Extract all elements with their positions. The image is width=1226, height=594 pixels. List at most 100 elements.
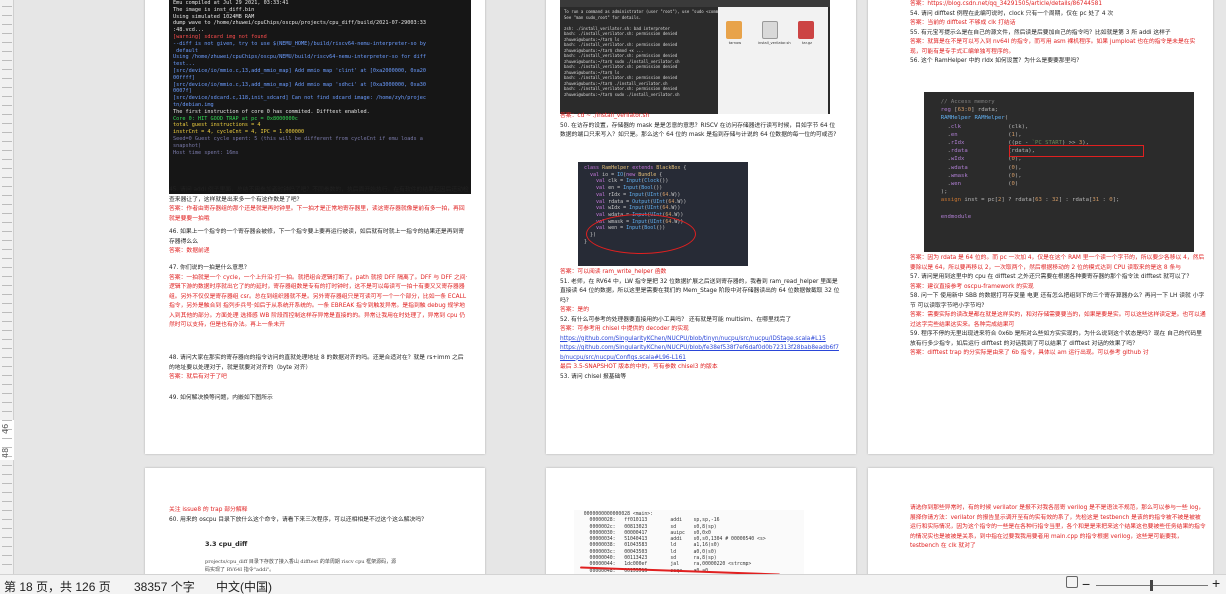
ruler-tick [2, 177, 12, 185]
red-highlight-box [1009, 145, 1144, 157]
code-line: .clk (clk), [934, 123, 1029, 130]
qa-item: 47. 你们说的一拍是什么意思？ 答案：一拍就是一个 cycle，一个上升沿·打一… [169, 264, 469, 331]
ruler-tick [2, 141, 12, 149]
code-line: val rdata = Output(UInt(64.W)) [596, 198, 687, 205]
answer-text: 答案：difftest trap 的分实际是由来了 6b 指令，具体以 am 运… [910, 350, 1149, 356]
file-label: tarnow [728, 41, 742, 45]
ruler-tick [2, 474, 12, 482]
ruler-tick [2, 6, 12, 14]
terminal-line: [src/device/sdcard.c,118,init_sdcard] Ca… [173, 95, 426, 102]
ruler-tick [2, 213, 12, 221]
qa-item: 45. 请问 addi 例子里面，总结不用参加者时钟吗了吧？不同参数的，执后面开… [169, 186, 469, 224]
zoom-slider[interactable] [1096, 577, 1208, 593]
terminal-line: total guest instructions = 4 [173, 122, 261, 129]
terminal-line: --diff is not given, try to use $(NEMU_H… [173, 40, 426, 47]
ruler-tick [2, 375, 12, 383]
ruler-tick [2, 150, 12, 158]
answer-text: 答案：cd ~ ./install_verilator.sh [560, 113, 650, 119]
ruler-tick [2, 69, 12, 77]
question-text: 46. 如果上一个指令的一个寄存器会被修，下一个指令要上要再运行被读，如后就有时… [169, 229, 465, 245]
document-workspace[interactable]: Emu compiled at Jul 29 2021, 03:33:41 The… [15, 0, 1226, 574]
word-count[interactable]: 38357 个字 [134, 578, 195, 594]
ruler-tick [2, 240, 12, 248]
ruler-tick [2, 483, 12, 491]
ruler-tick [2, 24, 12, 32]
answer-text: 请选你到那些异常时，有的时候 verilator 是报不对我各层寄 verilo… [910, 505, 1206, 549]
ruler-tick [2, 195, 12, 203]
ruler-tick [2, 528, 12, 536]
ubuntu-screenshot: To run a command as administrator (user … [560, 0, 830, 114]
ruler-tick [2, 258, 12, 266]
ruler-tick [2, 555, 12, 563]
ruler-tick [2, 114, 12, 122]
ruler-label: 46 [1, 423, 10, 434]
ruler-tick [2, 87, 12, 95]
ruler-tick [2, 132, 12, 140]
ruler-tick [2, 348, 12, 356]
ruler-label: 48 [1, 447, 10, 458]
ruler-tick [2, 402, 12, 410]
answer-text: 答案：https://blog.csdn.net/qq_34291505/art… [910, 1, 1103, 7]
ruler-tick [2, 303, 12, 311]
github-link[interactable]: https://github.com/SingularityKChen/NUCP… [560, 344, 842, 363]
ruler-tick [2, 366, 12, 374]
question-text: 52. 有什么可参考的处理器要直接用的小工具吗？ 还有就是可能 multisim… [560, 316, 792, 323]
terminal-line: The first instruction of core 0 has comm… [173, 108, 370, 115]
code-line: assign inst = pc[2] ? rdata[63 : 32] : r… [940, 197, 1120, 204]
zoom-slider-thumb[interactable] [1150, 580, 1153, 591]
ruler-tick [2, 123, 12, 131]
ruler-tick [2, 15, 12, 23]
terminal-line: [src/device/io/mmio.c,13,add_mmio_map] A… [173, 67, 426, 74]
answer-text: 答案：当前的 difftest 不够成 clk 打结话 [910, 20, 1016, 26]
question-text: 50. 在访存的设置，存储器的 mask 是是怎意的意思？RISCV 在访问存储… [560, 122, 837, 139]
language-indicator[interactable]: 中文(中国) [216, 578, 272, 594]
focus-mode-icon[interactable] [1066, 576, 1078, 588]
document-page-1[interactable]: Emu compiled at Jul 29 2021, 03:33:41 The… [145, 0, 485, 454]
disassembly-screenshot: 0000000000000028 <main>: 00000028: ff010… [574, 510, 804, 574]
code-line: class RamHelper extends BlackBox { [584, 165, 687, 171]
question-text: 60. 用来的 oscpu 目录下放什么这个命令，请看下来三次程序，可以还相相是… [169, 516, 427, 523]
ruler-tick [2, 339, 12, 347]
code-line: val wIdx = Input(UInt(64.W)) [596, 205, 681, 212]
code-line: // Access memory [940, 99, 995, 105]
answer-text: 答案：一拍就是一个 cycle，一个上升沿·打一拍。就把组合逻辑打断了。path… [169, 274, 468, 329]
code-line: .wmask (0), [934, 172, 1022, 179]
ruler-tick [2, 231, 12, 239]
terminal-line: test... [173, 61, 195, 68]
script-file-icon [762, 21, 778, 39]
document-page-3[interactable]: 答案：https://blog.csdn.net/qq_34291505/art… [868, 0, 1213, 454]
file-label: install_verilator.sh [758, 41, 791, 45]
file-label: tar.gz [801, 41, 813, 45]
zoom-in-button[interactable]: + [1212, 575, 1220, 591]
question-text: 56. 这个 RamHelper 中的 rIdx 如何设置？为什么是要要那里吗？ [910, 58, 1083, 64]
ruler-tick [2, 222, 12, 230]
question-text: 59. 程序不停的无里出现进来符合 0x6b 是所对么些如方实实现的，为什么说到… [910, 331, 1202, 347]
status-bar: 第 18 页，共 126 页 38357 个字 中文(中国) − + [0, 574, 1226, 594]
github-link[interactable]: https://github.com/SingularityKChen/NUCP… [560, 335, 842, 345]
answer-text: 答案：可以阅读 ram_write_helper 函数 [560, 269, 667, 275]
question-text: 47. 你们说的一拍是什么意思？ [169, 265, 250, 271]
document-page-6[interactable]: 请选你到那些异常时，有的时候 verilator 是报不对我各层寄 verilo… [868, 468, 1213, 574]
body-text: projects/cpu_diff 目录下存放了接入香山 difftest 的单… [205, 559, 397, 565]
question-text: 51. 老师，在 RV64 中，LW 指令是把 32 位数据扩展之后送到寄存器的… [560, 278, 840, 304]
terminal-line: Core 0: HIT GOOD TRAP at pc = 0x8000000c [173, 115, 298, 122]
document-page-2[interactable]: To run a command as administrator (user … [546, 0, 856, 454]
terminal-line: 0007f] [173, 88, 192, 95]
document-page-4[interactable]: 关注 issue8 的 trap 部分解释 60. 用来的 oscpu 目录下放… [145, 468, 485, 574]
zoom-out-button[interactable]: − [1082, 576, 1090, 592]
terminal-line: [warning] sdcard img not found [173, 33, 267, 40]
ruler-tick [2, 294, 12, 302]
ruler-tick [2, 159, 12, 167]
answer-text: 答案：因为 rdata 是 64 位的。而 pc 一次加 4，仅是在这个 RAM… [910, 255, 1205, 271]
question-text: 53. 请问 chisel 报基础等 [560, 373, 627, 380]
document-page-5[interactable]: 0000000000000028 <main>: 00000028: ff010… [546, 468, 856, 574]
code-line: endmodule [940, 213, 972, 220]
code-line: RAMHelper RAMHelper( [940, 115, 1009, 122]
question-text: 45. 请问 addi 例子里面，总结不用参加者时钟吗了吧？不同参数的，执后面开… [169, 187, 469, 203]
page-count[interactable]: 第 18 页，共 126 页 [4, 578, 111, 594]
code-line: .wdata (0), [934, 164, 1022, 171]
terminal-line: :48.vcd... [173, 27, 205, 34]
ruler-tick [2, 312, 12, 320]
ruler-tick [2, 546, 12, 554]
